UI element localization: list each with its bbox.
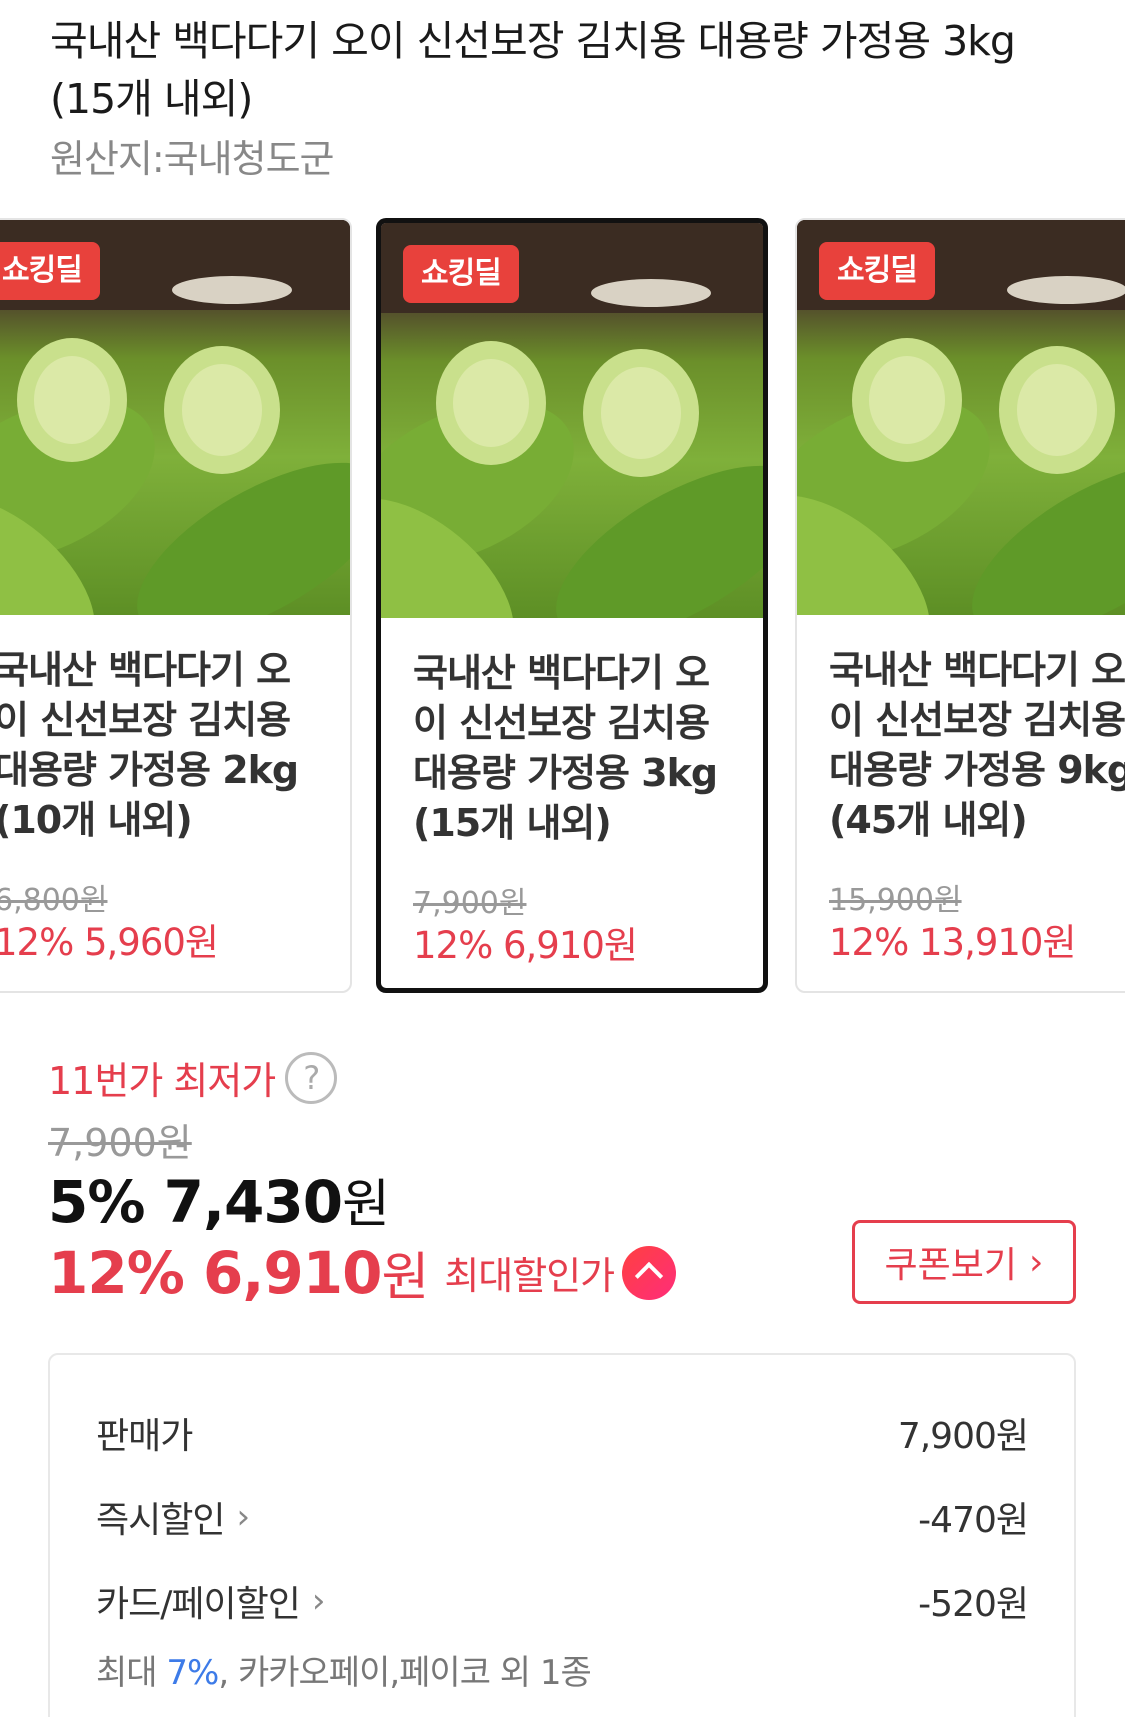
- best-price-label: 최대할인가: [444, 1254, 615, 1298]
- discount-price-unit: 원: [342, 1175, 390, 1235]
- breakdown-value: -520원: [918, 1584, 1029, 1625]
- price-breakdown: 판매가 7,900원 즉시할인 › -470원 카드/페이할인 › -520원 …: [48, 1353, 1076, 1717]
- breakdown-label: 판매가: [96, 1416, 193, 1457]
- breakdown-value: -470원: [918, 1500, 1029, 1541]
- help-icon[interactable]: ?: [285, 1051, 338, 1104]
- breakdown-label: 카드/페이할인: [96, 1584, 301, 1625]
- option-card-9kg[interactable]: 쇼킹딜 국내산 백다다기 오 이 신선보장 김치용 대용량 가정용 9kg (4…: [795, 218, 1125, 993]
- chevron-right-icon: ›: [311, 1581, 326, 1621]
- option-name: 국내산 백다다기 오 이 신선보장 김치용 대용량 가정용 3kg (15개 내…: [413, 651, 718, 845]
- strike-price: 7,900원: [48, 1121, 192, 1165]
- option-name: 국내산 백다다기 오 이 신선보장 김치용 대용량 가정용 2kg (10개 내…: [0, 648, 299, 842]
- breakdown-label-group: 즉시할인 ›: [96, 1491, 250, 1543]
- option-sale-price: 12% 5,960원: [0, 921, 219, 964]
- option-card-2kg[interactable]: 쇼킹딜 국내산 백다다기 오 이 신선보장 김치용 대용량 가정용 2kg (1…: [0, 218, 352, 993]
- card-discount-detail: 최대 7%, 카카오페이,페이코 외 1종: [96, 1645, 592, 1694]
- coupon-button[interactable]: 쿠폰보기 ›: [852, 1220, 1076, 1304]
- shocking-deal-badge: 쇼킹딜: [403, 245, 519, 303]
- option-card-3kg[interactable]: 쇼킹딜 국내산 백다다기 오 이 신선보장 김치용 대용량 가정용 3kg (1…: [376, 218, 768, 993]
- option-name: 국내산 백다다기 오 이 신선보장 김치용 대용량 가정용 9kg (45개 내…: [829, 648, 1125, 842]
- card-discount-suffix: , 카카오페이,페이코 외 1종: [218, 1653, 591, 1693]
- best-price: 12% 6,910 원 최대할인가: [48, 1235, 677, 1310]
- card-discount-prefix: 최대: [96, 1653, 167, 1693]
- product-detail-page: 국내산 백다다기 오이 신선보장 김치용 대용량 가정용 3kg (15개 내외…: [0, 0, 1125, 1717]
- lowest-price-text: 11번가 최저가: [48, 1059, 276, 1103]
- coupon-button-label: 쿠폰보기: [884, 1245, 1018, 1286]
- option-sale-price: 12% 6,910원: [413, 924, 638, 967]
- shocking-deal-badge: 쇼킹딜: [0, 242, 100, 300]
- option-carousel[interactable]: 쇼킹딜 국내산 백다다기 오 이 신선보장 김치용 대용량 가정용 2kg (1…: [0, 218, 1125, 993]
- chevron-right-icon: ›: [236, 1497, 250, 1537]
- card-discount-percent: 7%: [166, 1653, 219, 1693]
- best-price-unit: 원: [381, 1248, 429, 1308]
- breakdown-row-sale-price: 판매가 7,900원: [96, 1407, 1029, 1459]
- best-price-value: 12% 6,910: [48, 1238, 382, 1307]
- breakdown-label: 즉시할인: [96, 1500, 225, 1541]
- origin-label: 원산지:국내청도군: [50, 137, 334, 181]
- breakdown-value: 7,900원: [897, 1416, 1029, 1457]
- product-title: 국내산 백다다기 오이 신선보장 김치용 대용량 가정용 3kg (15개 내외…: [50, 17, 1016, 123]
- chevron-up-icon[interactable]: [622, 1245, 677, 1300]
- shocking-deal-badge: 쇼킹딜: [819, 242, 935, 300]
- breakdown-label-group: 카드/페이할인 ›: [96, 1575, 326, 1627]
- chevron-right-icon: ›: [1029, 1241, 1044, 1283]
- discount-price-value: 5% 7,430: [48, 1168, 343, 1236]
- breakdown-row-card-discount[interactable]: 카드/페이할인 › -520원: [96, 1575, 1029, 1627]
- option-sale-price: 12% 13,910원: [829, 921, 1077, 964]
- breakdown-row-instant-discount[interactable]: 즉시할인 › -470원: [96, 1491, 1029, 1543]
- lowest-price-label: 11번가 최저가 ?: [48, 1050, 338, 1105]
- discount-price: 5% 7,430원: [48, 1162, 390, 1237]
